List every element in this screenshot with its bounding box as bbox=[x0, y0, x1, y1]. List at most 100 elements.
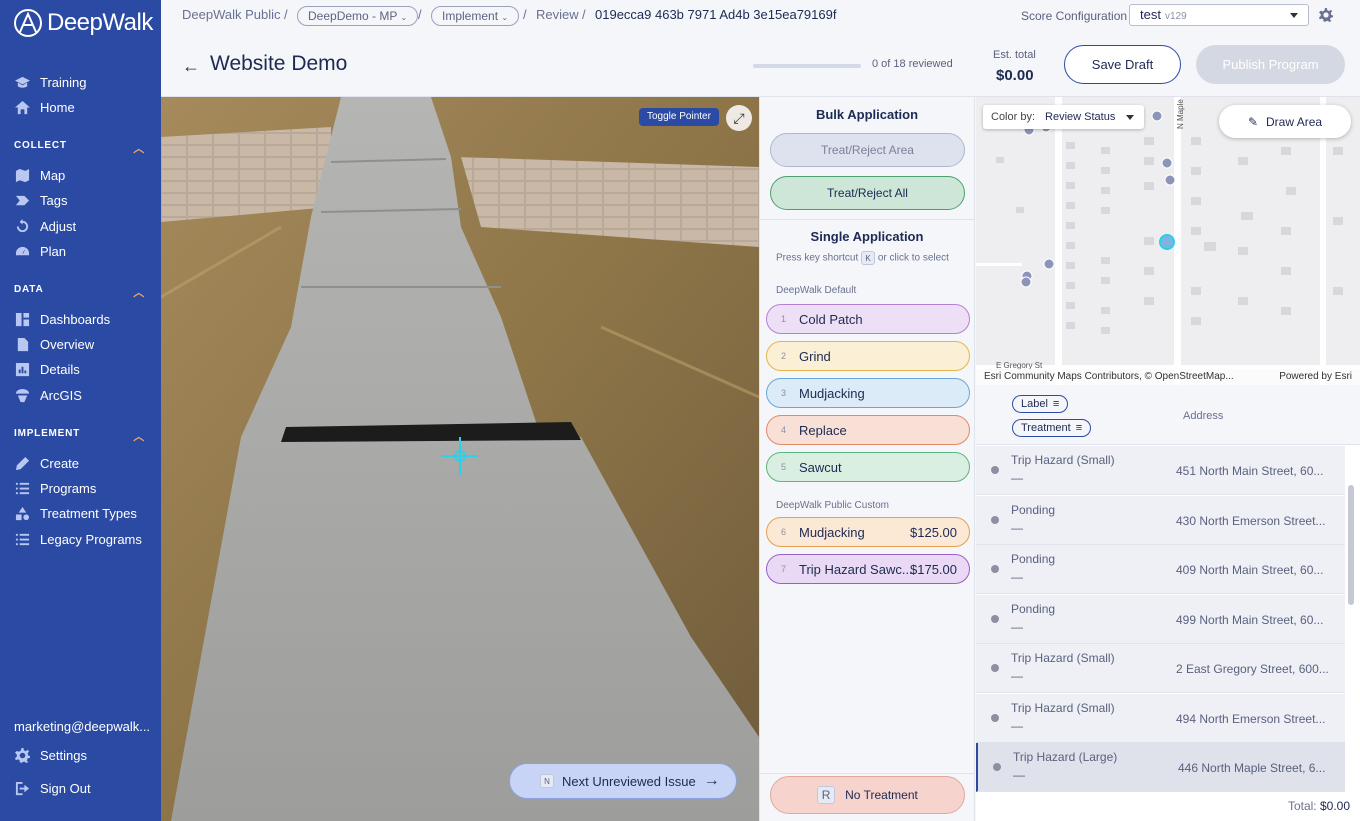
sidebar-item-overview[interactable]: Overview bbox=[14, 334, 94, 354]
breadcrumb-stage-dropdown[interactable]: Implement ⌄ bbox=[431, 6, 520, 26]
publish-program-button[interactable]: Publish Program bbox=[1196, 45, 1345, 84]
breadcrumb-project-dropdown[interactable]: DeepDemo - MP ⌄ bbox=[297, 6, 419, 26]
row-treatment: — bbox=[1011, 570, 1023, 584]
single-application-title: Single Application bbox=[810, 229, 924, 244]
map-view[interactable]: N Maple E Gregory St Color by: Review Sta… bbox=[976, 97, 1360, 385]
table-total: Total: $0.00 bbox=[1288, 799, 1350, 813]
sidebar-item-label: Tags bbox=[40, 192, 68, 208]
arrow-right-icon: → bbox=[703, 772, 720, 789]
section-collect[interactable]: COLLECT ︿ bbox=[14, 140, 145, 156]
map-attribution-text: Esri Community Maps Contributors, © Open… bbox=[984, 371, 1234, 382]
sidebar-item-tags[interactable]: Tags bbox=[14, 190, 67, 210]
table-row[interactable]: Trip Hazard (Small) — 451 North Main Stree… bbox=[976, 446, 1345, 495]
table-row[interactable]: Trip Hazard (Small) — 2 East Gregory Stree… bbox=[976, 644, 1345, 693]
treatment-filter-chip[interactable]: Treatment ≡ bbox=[1012, 419, 1092, 437]
sidebar-item-home[interactable]: Home bbox=[14, 97, 75, 117]
label-filter-chip[interactable]: Label ≡ bbox=[1012, 395, 1069, 413]
sidebar-item-label: Programs bbox=[40, 480, 97, 496]
table-scrollbar[interactable] bbox=[1348, 485, 1354, 605]
table-row[interactable]: Ponding — 499 North Main Street, 60... bbox=[976, 594, 1345, 644]
section-implement[interactable]: IMPLEMENT ︿ bbox=[14, 428, 145, 444]
sidebar-item-legacy-programs[interactable]: Legacy Programs bbox=[14, 529, 142, 549]
sidebar-item-dashboards[interactable]: Dashboards bbox=[14, 309, 110, 329]
deepwalk-logo[interactable]: DeepWalk bbox=[13, 8, 153, 38]
sidebar-item-label: Plan bbox=[40, 243, 67, 259]
row-address: 2 East Gregory Street, 600... bbox=[1176, 662, 1329, 676]
page-title: Website Demo bbox=[210, 52, 348, 75]
draw-area-label: Draw Area bbox=[1266, 114, 1323, 129]
expand-icon[interactable]: ⤢ bbox=[726, 105, 752, 131]
treatment-button[interactable]: 6 Mudjacking $125.00 bbox=[766, 517, 970, 547]
row-address: 499 North Main Street, 60... bbox=[1176, 612, 1324, 627]
status-dot bbox=[991, 713, 999, 722]
est-total-value: $0.00 bbox=[996, 67, 1034, 84]
shortcut-key: R bbox=[817, 786, 836, 804]
sidebar-item-training[interactable]: Training bbox=[14, 72, 86, 92]
section-data[interactable]: DATA ︿ bbox=[14, 284, 145, 300]
next-unreviewed-label: Next Unreviewed Issue bbox=[562, 773, 696, 789]
score-config-select[interactable]: test v129 bbox=[1129, 4, 1309, 26]
graduation-cap-icon bbox=[14, 74, 30, 90]
next-unreviewed-button[interactable]: N Next Unreviewed Issue → bbox=[509, 763, 737, 799]
chip-label: Treatment bbox=[1021, 422, 1071, 434]
shortcut-key: K bbox=[861, 251, 876, 265]
sidebar-item-sign-out[interactable]: Sign Out bbox=[14, 778, 91, 798]
title-bar: ← Website Demo 0 of 18 reviewed Est. tot… bbox=[161, 32, 1360, 97]
breadcrumb-root[interactable]: DeepWalk Public bbox=[182, 7, 281, 22]
table-row[interactable]: Trip Hazard (Large) — 446 North Maple Stre… bbox=[976, 743, 1345, 792]
shortcut-number: 4 bbox=[781, 425, 787, 435]
sidebar-item-map[interactable]: Map bbox=[14, 165, 65, 185]
chevron-up-icon[interactable]: ︿ bbox=[133, 140, 145, 156]
score-config-version: v129 bbox=[1164, 11, 1187, 22]
table-row[interactable]: Ponding — 409 North Main Street, 60... bbox=[976, 545, 1345, 594]
treat-reject-all-button[interactable]: Treat/Reject All bbox=[770, 176, 965, 210]
settings-gear-icon[interactable] bbox=[1319, 8, 1333, 22]
status-dot bbox=[991, 664, 999, 672]
treat-reject-area-button[interactable]: Treat/Reject Area bbox=[770, 133, 965, 167]
divider bbox=[760, 773, 974, 774]
review-progress-bar bbox=[753, 64, 861, 68]
treatment-button[interactable]: 7 Trip Hazard Sawc... $175.00 bbox=[766, 554, 970, 584]
sidebar-item-plan[interactable]: Plan bbox=[14, 241, 66, 261]
row-address: 446 North Maple Street, 6... bbox=[1178, 761, 1326, 775]
treatment-label: Sawcut bbox=[799, 459, 842, 475]
divider bbox=[760, 219, 974, 220]
sidebar-item-programs[interactable]: Programs bbox=[14, 478, 96, 498]
treatment-label: Mudjacking bbox=[799, 385, 865, 401]
no-treatment-button[interactable]: R No Treatment bbox=[770, 776, 965, 814]
sidebar-item-treatment-types[interactable]: Treatment Types bbox=[14, 503, 137, 523]
draw-wand-icon: ✎ bbox=[1247, 114, 1259, 129]
back-arrow-icon[interactable]: ← bbox=[182, 56, 200, 77]
issue-photo[interactable]: Toggle Pointer ⤢ N Next Unreviewed Issue… bbox=[161, 97, 759, 821]
draw-area-button[interactable]: ✎ Draw Area bbox=[1219, 105, 1351, 138]
breadcrumb-page[interactable]: Review bbox=[536, 7, 579, 22]
toggle-pointer-button[interactable]: Toggle Pointer bbox=[639, 108, 719, 126]
treatment-button[interactable]: 2 Grind bbox=[766, 341, 970, 371]
color-by-select[interactable]: Color by: Review Status bbox=[983, 105, 1144, 129]
chevron-up-icon[interactable]: ︿ bbox=[133, 428, 145, 444]
sidebar-item-details[interactable]: Details bbox=[14, 359, 80, 379]
total-value: $0.00 bbox=[1319, 799, 1350, 813]
table-row[interactable]: Ponding — 430 North Emerson Street... bbox=[976, 495, 1345, 545]
treatment-button[interactable]: 5 Sawcut bbox=[766, 452, 970, 482]
chevron-up-icon[interactable]: ︿ bbox=[133, 284, 145, 300]
sidebar-item-adjust[interactable]: Adjust bbox=[14, 216, 76, 236]
custom-group-label: DeepWalk Public Custom bbox=[776, 500, 890, 511]
save-draft-button[interactable]: Save Draft bbox=[1064, 45, 1181, 84]
filter-icon: ≡ bbox=[1052, 398, 1060, 410]
sidebar-item-label: Home bbox=[40, 99, 75, 115]
treatment-button[interactable]: 4 Replace bbox=[766, 415, 970, 445]
sidebar-item-settings[interactable]: Settings bbox=[14, 745, 87, 765]
row-label: Trip Hazard (Small) bbox=[1011, 453, 1115, 467]
sidebar-item-create[interactable]: Create bbox=[14, 453, 79, 473]
treatment-label: Mudjacking bbox=[799, 524, 865, 540]
table-row[interactable]: Trip Hazard (Small) — 494 North Emerson St… bbox=[976, 693, 1345, 743]
treatment-button[interactable]: 1 Cold Patch bbox=[766, 304, 970, 334]
treatment-button[interactable]: 3 Mudjacking bbox=[766, 378, 970, 408]
sidewalk-photo bbox=[161, 97, 759, 821]
sidebar-item-arcgis[interactable]: ArcGIS bbox=[14, 385, 82, 405]
breadcrumb-separator: / bbox=[523, 7, 527, 22]
treatment-panel: Bulk Application Treat/Reject Area Treat… bbox=[759, 97, 975, 821]
color-by-value: Review Status bbox=[1045, 111, 1116, 123]
document-icon bbox=[14, 336, 30, 352]
